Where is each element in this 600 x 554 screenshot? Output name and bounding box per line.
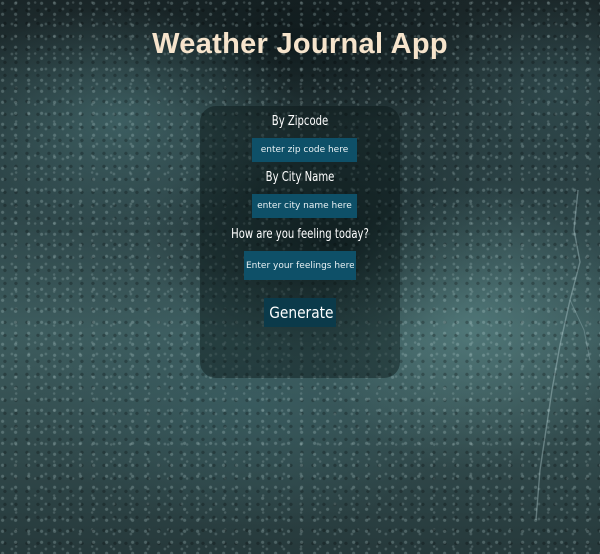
generate-button[interactable]: Generate <box>264 298 336 327</box>
feelings-label: How are you feeling today? <box>231 227 369 242</box>
generate-button-label: Generate <box>269 303 334 322</box>
lightning-bolt-decoration <box>535 189 591 521</box>
app-title: Weather Journal App <box>152 28 448 60</box>
weather-journal-page: { "app": { "title": "Weather Journal App… <box>0 0 600 554</box>
city-label: By City Name <box>265 170 335 185</box>
feelings-input[interactable] <box>244 251 356 280</box>
zip-label: By Zipcode <box>271 114 329 129</box>
city-input[interactable] <box>252 194 357 218</box>
zip-input[interactable] <box>252 138 357 162</box>
